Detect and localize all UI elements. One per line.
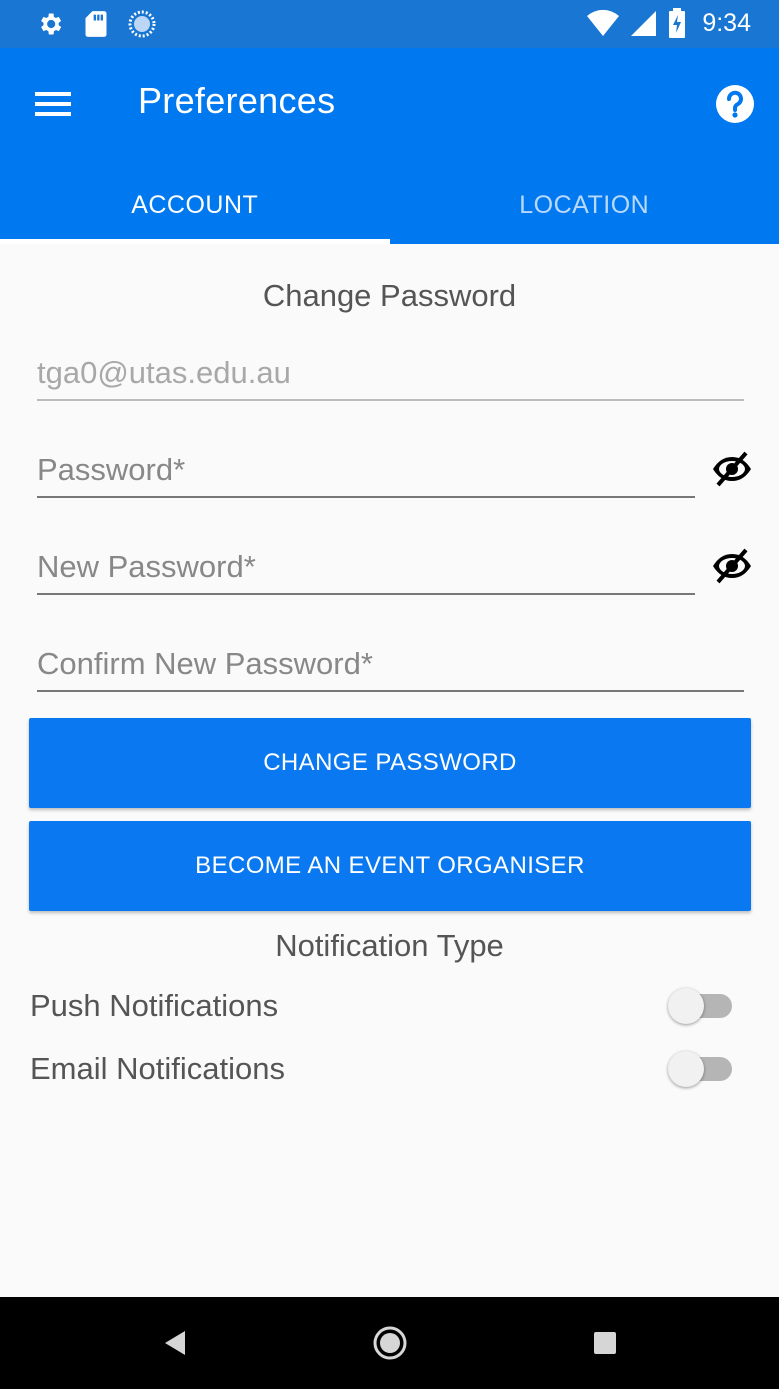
password-field[interactable]: Password* bbox=[37, 438, 695, 498]
recents-icon bbox=[594, 1332, 616, 1354]
notification-type-heading: Notification Type bbox=[275, 928, 504, 963]
sd-card-icon bbox=[85, 11, 107, 37]
password-visibility-toggle[interactable] bbox=[710, 447, 754, 491]
push-notifications-label: Push Notifications bbox=[30, 988, 279, 1023]
switch-thumb bbox=[668, 988, 704, 1024]
push-notifications-switch[interactable] bbox=[668, 986, 732, 1026]
help-circle-icon bbox=[716, 85, 754, 123]
back-button[interactable] bbox=[151, 1319, 199, 1367]
home-icon bbox=[373, 1326, 407, 1360]
password-placeholder: Password* bbox=[37, 452, 186, 487]
switch-thumb bbox=[668, 1051, 704, 1087]
change-password-heading: Change Password bbox=[262, 278, 517, 313]
eye-off-icon bbox=[713, 548, 751, 584]
signal-icon bbox=[631, 11, 657, 36]
sync-icon bbox=[128, 10, 156, 38]
new-password-visibility-toggle[interactable] bbox=[710, 544, 754, 588]
app-bar: Preferences ACCOUNT LOCATION bbox=[0, 48, 779, 244]
new-password-placeholder: New Password* bbox=[37, 549, 256, 584]
email-field: tga0@utas.edu.au bbox=[37, 341, 744, 401]
tab-indicator bbox=[0, 239, 390, 244]
settings-icon bbox=[41, 13, 62, 35]
new-password-field[interactable]: New Password* bbox=[37, 535, 695, 595]
become-event-organiser-button[interactable]: BECOME AN EVENT ORGANISER bbox=[29, 821, 751, 911]
menu-button[interactable] bbox=[28, 82, 80, 126]
page-title: Preferences bbox=[138, 80, 336, 121]
help-button[interactable] bbox=[713, 82, 757, 126]
tab-location[interactable]: LOCATION bbox=[390, 166, 779, 244]
change-password-button[interactable]: CHANGE PASSWORD bbox=[29, 718, 751, 808]
email-notifications-label: Email Notifications bbox=[30, 1051, 285, 1086]
back-icon bbox=[165, 1331, 185, 1355]
status-time: 9:34 bbox=[702, 8, 751, 37]
wifi-icon bbox=[587, 9, 620, 36]
confirm-password-placeholder: Confirm New Password* bbox=[37, 646, 373, 681]
confirm-password-field[interactable]: Confirm New Password* bbox=[37, 632, 744, 692]
home-button[interactable] bbox=[366, 1319, 414, 1367]
battery-charging-icon bbox=[669, 8, 686, 38]
status-bar: 9:34 bbox=[0, 0, 779, 48]
tab-account[interactable]: ACCOUNT bbox=[0, 166, 390, 244]
email-notifications-switch[interactable] bbox=[668, 1049, 732, 1089]
hamburger-menu-icon bbox=[35, 92, 71, 116]
email-value: tga0@utas.edu.au bbox=[37, 355, 291, 390]
eye-off-icon bbox=[713, 451, 751, 487]
system-nav-bar bbox=[0, 1297, 779, 1389]
tab-bar: ACCOUNT LOCATION bbox=[0, 166, 779, 244]
recents-button[interactable] bbox=[581, 1319, 629, 1367]
